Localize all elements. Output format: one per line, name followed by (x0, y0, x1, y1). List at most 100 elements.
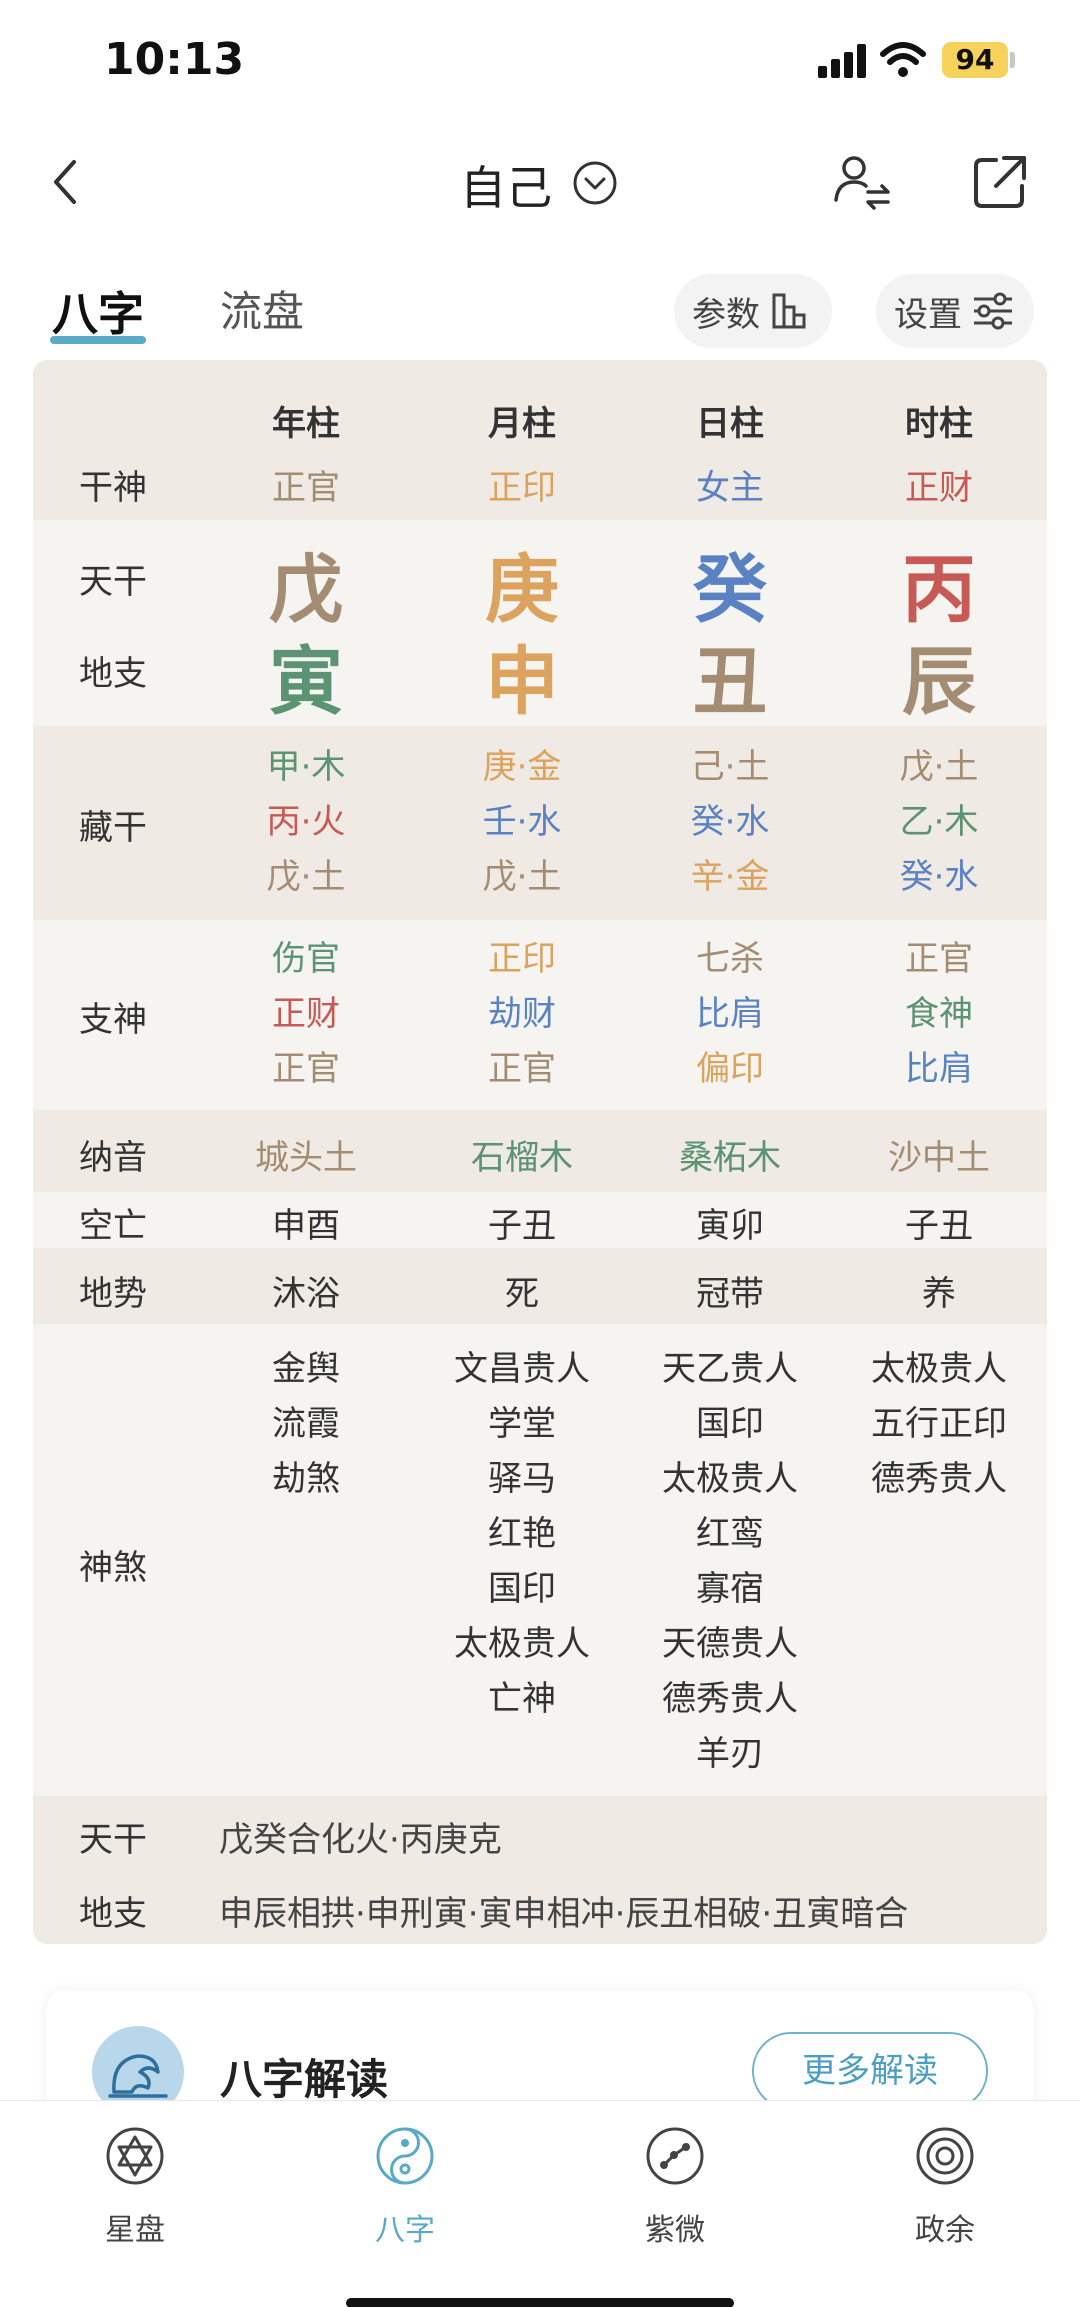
dishi-hour: 养 (922, 1274, 956, 1314)
nayin-hour: 沙中土 (888, 1138, 990, 1178)
chevron-down-icon[interactable] (572, 160, 618, 206)
zhishen-year: 伤官 正财 正官 (206, 932, 406, 1097)
canggan-item: 癸·水 (899, 857, 979, 897)
ganshen-hour: 正财 (905, 468, 973, 508)
tab-liupan[interactable]: 流盘 (220, 278, 304, 339)
tab-zhengyu[interactable]: 政余 (865, 2125, 1025, 2249)
tab-bazi-bottom[interactable]: 八字 (325, 2125, 485, 2249)
kongwang-hour: 子丑 (905, 1206, 973, 1246)
dizhi-month: 申 (485, 639, 559, 725)
page-title[interactable]: 自己 (460, 152, 552, 218)
zhishen-item: 偏印 (696, 1049, 764, 1089)
tab-bazi[interactable]: 八字 (52, 278, 144, 344)
col-header-hour: 时柱 (905, 404, 973, 444)
tab-ziwei[interactable]: 紫微 (595, 2125, 755, 2249)
zhishen-item: 正官 (905, 939, 973, 979)
switch-person-icon[interactable] (830, 150, 894, 214)
shensha-day: 天乙贵人 国印 太极贵人 红鸾 寡宿 天德贵人 德秀贵人 羊刃 (630, 1342, 830, 1782)
shensha-item: 羊刃 (696, 1734, 764, 1774)
sliders-icon (974, 292, 1012, 330)
col-header-year: 年柱 (272, 404, 340, 444)
status-bar: 10:13 94 (0, 0, 1080, 120)
battery-level: 94 (942, 42, 1008, 78)
reading-title: 八字解读 (220, 2055, 389, 2104)
canggan-item: 甲·木 (266, 747, 346, 787)
zhishen-item: 正官 (272, 1049, 340, 1089)
shensha-hour: 太极贵人 五行正印 德秀贵人 (839, 1342, 1039, 1507)
tiangan-hour: 丙 (902, 547, 976, 633)
share-icon[interactable] (970, 152, 1030, 212)
dizhi-day: 丑 (693, 639, 767, 725)
zhishen-hour: 正官 食神 比肩 (839, 932, 1039, 1097)
row-label-kongwang: 空亡 (79, 1206, 147, 1246)
nayin-day: 桑柘木 (679, 1138, 781, 1178)
chart-tabs: 八字 流盘 参数 设置 (0, 268, 1080, 358)
bottom-tab-bar: 星盘 八字 紫微 政余 (0, 2100, 1080, 2307)
target-icon (916, 2127, 974, 2185)
row-label-dishi: 地势 (79, 1274, 147, 1314)
canggan-item: 癸·水 (690, 802, 770, 842)
col-header-day: 日柱 (696, 404, 764, 444)
row-label-nayin: 纳音 (79, 1138, 147, 1178)
params-button[interactable]: 参数 (674, 274, 832, 348)
tab-label: 政余 (915, 2213, 975, 2248)
dizhi-hour: 辰 (902, 639, 976, 725)
bazi-chart: 年柱 月柱 日柱 时柱 干神 正官 正印 女主 正财 天干 戊 庚 癸 丙 地支… (33, 360, 1047, 1944)
relation-text-tiangan: 戊癸合化火·丙庚克 (219, 1820, 502, 1860)
zhishen-item: 七杀 (696, 939, 764, 979)
shensha-item: 天德贵人 (662, 1624, 798, 1664)
canggan-item: 丙·火 (266, 802, 346, 842)
canggan-item: 戊·土 (899, 747, 979, 787)
kongwang-year: 申酉 (272, 1206, 340, 1246)
canggan-item: 壬·水 (482, 802, 562, 842)
back-icon[interactable] (36, 152, 96, 212)
row-label-canggan: 藏干 (79, 808, 147, 848)
canggan-month: 庚·金 壬·水 戊·土 (422, 740, 622, 905)
shensha-item: 寡宿 (696, 1569, 764, 1609)
tiangan-year: 戊 (269, 547, 343, 633)
nayin-year: 城头土 (255, 1138, 357, 1178)
bar-chart-icon (772, 293, 806, 329)
relation-label-tiangan: 天干 (79, 1820, 147, 1860)
shensha-year: 金舆 流霞 劫煞 (206, 1342, 406, 1507)
shensha-item: 五行正印 (871, 1404, 1007, 1444)
wifi-icon (880, 42, 926, 77)
shensha-item: 驿马 (488, 1459, 556, 1499)
dishi-month: 死 (505, 1274, 539, 1314)
more-reading-button[interactable]: 更多解读 (752, 2032, 988, 2110)
shensha-item: 红艳 (488, 1514, 556, 1554)
shensha-item: 学堂 (488, 1404, 556, 1444)
canggan-day: 己·土 癸·水 辛·金 (630, 740, 830, 905)
zhishen-item: 正财 (272, 994, 340, 1034)
tab-xingpan[interactable]: 星盘 (55, 2125, 215, 2249)
tab-label: 星盘 (105, 2213, 165, 2248)
zhishen-item: 正官 (488, 1049, 556, 1089)
status-time: 10:13 (104, 34, 245, 85)
canggan-item: 辛·金 (690, 857, 770, 897)
canggan-item: 庚·金 (482, 747, 562, 787)
shensha-item: 太极贵人 (454, 1624, 590, 1664)
zhishen-item: 食神 (905, 994, 973, 1034)
row-label-zhishen: 支神 (79, 1000, 147, 1040)
shensha-item: 太极贵人 (871, 1349, 1007, 1389)
signal-icon (818, 44, 866, 78)
row-label-dizhi: 地支 (79, 654, 147, 694)
shensha-month: 文昌贵人 学堂 驿马 红艳 国印 太极贵人 亡神 (422, 1342, 622, 1727)
ganshen-month: 正印 (488, 468, 556, 508)
shensha-item: 天乙贵人 (662, 1349, 798, 1389)
shensha-item: 红鸾 (696, 1514, 764, 1554)
shensha-item: 德秀贵人 (871, 1459, 1007, 1499)
zhishen-month: 正印 劫财 正官 (422, 932, 622, 1097)
row-label-ganshen: 干神 (79, 468, 147, 508)
settings-button[interactable]: 设置 (876, 274, 1034, 348)
canggan-item: 己·土 (690, 747, 770, 787)
params-label: 参数 (692, 294, 760, 335)
canggan-item: 乙·木 (899, 802, 979, 842)
shensha-item: 国印 (696, 1404, 764, 1444)
canggan-hour: 戊·土 乙·木 癸·水 (839, 740, 1039, 905)
dishi-year: 沐浴 (272, 1274, 340, 1314)
network-icon (646, 2127, 704, 2185)
zhishen-item: 正印 (488, 939, 556, 979)
settings-label: 设置 (894, 294, 962, 335)
kongwang-month: 子丑 (488, 1206, 556, 1246)
